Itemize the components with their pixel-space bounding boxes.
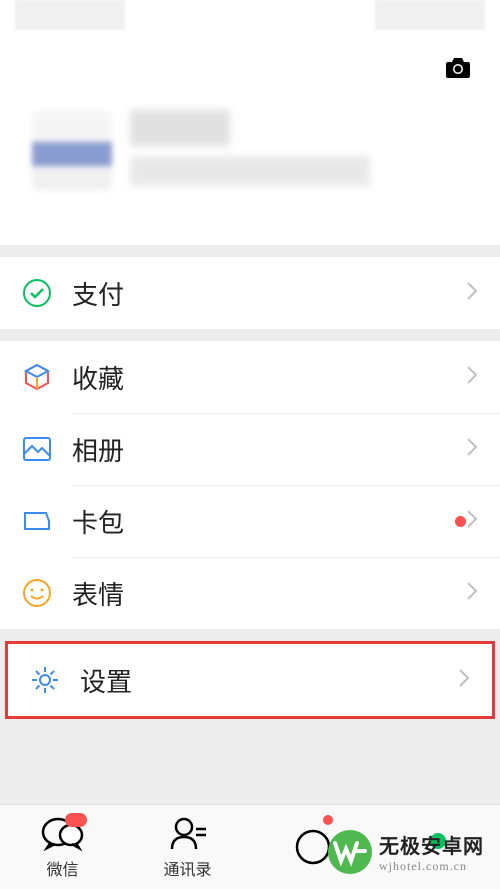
red-dot-badge	[455, 516, 466, 527]
status-bar	[0, 0, 500, 40]
profile-area[interactable]	[32, 110, 370, 190]
chats-badge	[65, 813, 87, 827]
menu-item-settings[interactable]: 设置	[8, 644, 492, 716]
tab-chats-label: 微信	[46, 856, 78, 880]
chevron-right-icon	[466, 437, 478, 462]
watermark: 无极安卓网 wjhotel.com.cn	[327, 829, 484, 875]
menu-item-album[interactable]: 相册	[0, 413, 500, 485]
tab-contacts-label: 通讯录	[163, 856, 211, 880]
discover-badge	[323, 815, 333, 825]
cards-label: 卡包	[72, 503, 447, 540]
settings-icon	[30, 665, 60, 695]
watermark-title: 无极安卓网	[379, 830, 484, 859]
favorites-icon	[22, 362, 52, 392]
camera-icon[interactable]	[444, 56, 472, 85]
pay-icon	[22, 278, 52, 308]
profile-text	[130, 110, 370, 190]
contacts-icon	[166, 815, 210, 853]
tab-chats[interactable]: 微信	[0, 805, 125, 889]
album-icon	[22, 434, 52, 464]
profile-name-blurred	[130, 110, 230, 146]
watermark-logo	[327, 829, 373, 875]
pay-label: 支付	[72, 275, 466, 312]
watermark-text: 无极安卓网 wjhotel.com.cn	[379, 830, 484, 874]
menu-item-favorites[interactable]: 收藏	[0, 341, 500, 413]
pay-section: 支付	[0, 257, 500, 329]
menu-item-pay[interactable]: 支付	[0, 257, 500, 329]
stickers-label: 表情	[72, 575, 466, 612]
chevron-right-icon	[466, 509, 478, 534]
menu-item-cards[interactable]: 卡包	[0, 485, 500, 557]
profile-id-blurred	[130, 156, 370, 186]
chevron-right-icon	[458, 668, 470, 693]
stickers-icon	[22, 578, 52, 608]
cards-icon	[22, 506, 52, 536]
chevron-right-icon	[466, 281, 478, 306]
avatar	[32, 110, 112, 190]
watermark-url: wjhotel.com.cn	[379, 859, 484, 874]
status-left	[15, 0, 125, 30]
profile-header	[0, 0, 500, 245]
favorites-label: 收藏	[72, 359, 466, 396]
chevron-right-icon	[466, 581, 478, 606]
chevron-right-icon	[466, 365, 478, 390]
utilities-section: 收藏 相册 卡包	[0, 341, 500, 629]
settings-section-highlighted: 设置	[5, 641, 495, 719]
status-right	[375, 0, 485, 30]
menu-item-stickers[interactable]: 表情	[0, 557, 500, 629]
settings-label: 设置	[80, 662, 458, 699]
tab-contacts[interactable]: 通讯录	[125, 805, 250, 889]
album-label: 相册	[72, 431, 466, 468]
